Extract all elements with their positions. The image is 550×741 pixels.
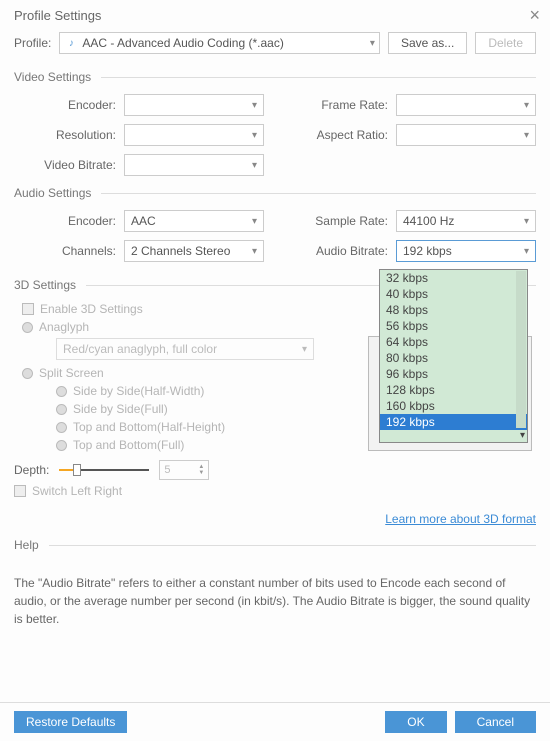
- audio-bitrate-label: Audio Bitrate:: [286, 244, 396, 258]
- window-title: Profile Settings: [14, 8, 101, 23]
- video-encoder-select[interactable]: ▾: [124, 94, 264, 116]
- depth-label: Depth:: [14, 463, 49, 477]
- sample-rate-select[interactable]: 44100 Hz▾: [396, 210, 536, 232]
- switch-lr-label: Switch Left Right: [32, 484, 122, 498]
- dropdown-item[interactable]: 40 kbps: [380, 286, 527, 302]
- chevron-down-icon: ▾: [252, 100, 257, 111]
- chevron-down-icon: ▾: [252, 246, 257, 257]
- audio-encoder-select[interactable]: AAC▾: [124, 210, 264, 232]
- chevron-down-icon: ▾: [524, 216, 529, 227]
- chevron-down-icon: ▾: [252, 160, 257, 171]
- dropdown-item[interactable]: 32 kbps: [380, 270, 527, 286]
- resolution-label: Resolution:: [14, 128, 124, 142]
- frame-rate-select[interactable]: ▾: [396, 94, 536, 116]
- ok-button[interactable]: OK: [385, 711, 446, 733]
- switch-lr-checkbox: [14, 485, 26, 497]
- dropdown-item[interactable]: 80 kbps: [380, 350, 527, 366]
- tab-half-label: Top and Bottom(Half-Height): [73, 420, 225, 434]
- chevron-down-icon: ▾: [524, 130, 529, 141]
- dropdown-item[interactable]: 128 kbps: [380, 382, 527, 398]
- help-header: Help: [14, 538, 39, 552]
- sbs-full-radio: [56, 404, 67, 415]
- resolution-select[interactable]: ▾: [124, 124, 264, 146]
- anaglyph-label: Anaglyph: [39, 320, 89, 334]
- aspect-ratio-label: Aspect Ratio:: [286, 128, 396, 142]
- split-screen-radio: [22, 368, 33, 379]
- audio-bitrate-select[interactable]: 192 kbps▾: [396, 240, 536, 262]
- sbs-half-radio: [56, 386, 67, 397]
- video-settings-header: Video Settings: [14, 70, 91, 84]
- audio-bitrate-dropdown[interactable]: 32 kbps 40 kbps 48 kbps 56 kbps 64 kbps …: [379, 269, 528, 443]
- tab-half-radio: [56, 422, 67, 433]
- dropdown-item[interactable]: 96 kbps: [380, 366, 527, 382]
- aspect-ratio-select[interactable]: ▾: [396, 124, 536, 146]
- anaglyph-radio: [22, 322, 33, 333]
- channels-select[interactable]: 2 Channels Stereo▾: [124, 240, 264, 262]
- tab-full-label: Top and Bottom(Full): [73, 438, 184, 452]
- chevron-down-icon: ▾: [524, 246, 529, 257]
- profile-value: AAC - Advanced Audio Coding (*.aac): [82, 36, 370, 50]
- sbs-half-label: Side by Side(Half-Width): [73, 384, 204, 398]
- threeD-settings-header: 3D Settings: [14, 278, 76, 292]
- help-text: The "Audio Bitrate" refers to either a c…: [14, 574, 536, 628]
- profile-label: Profile:: [14, 36, 51, 50]
- frame-rate-label: Frame Rate:: [286, 98, 396, 112]
- chevron-down-icon: ▾: [370, 38, 375, 49]
- sample-rate-label: Sample Rate:: [286, 214, 396, 228]
- enable-3d-checkbox[interactable]: [22, 303, 34, 315]
- chevron-down-icon: ▾: [252, 216, 257, 227]
- enable-3d-label: Enable 3D Settings: [40, 302, 143, 316]
- audio-encoder-label: Encoder:: [14, 214, 124, 228]
- channels-label: Channels:: [14, 244, 124, 258]
- tab-full-radio: [56, 440, 67, 451]
- close-icon[interactable]: ×: [529, 6, 540, 24]
- dropdown-item[interactable]: 192 kbps: [380, 414, 527, 430]
- delete-button: Delete: [475, 32, 536, 54]
- chevron-down-icon: ▾: [252, 130, 257, 141]
- learn-more-link[interactable]: Learn more about 3D format: [385, 512, 536, 526]
- dropdown-item[interactable]: 48 kbps: [380, 302, 527, 318]
- audio-format-icon: ♪: [64, 36, 78, 50]
- dropdown-item[interactable]: 160 kbps: [380, 398, 527, 414]
- video-encoder-label: Encoder:: [14, 98, 124, 112]
- sbs-full-label: Side by Side(Full): [73, 402, 168, 416]
- dropdown-item[interactable]: 56 kbps: [380, 318, 527, 334]
- split-screen-label: Split Screen: [39, 366, 104, 380]
- video-bitrate-label: Video Bitrate:: [14, 158, 124, 172]
- anaglyph-mode-select: Red/cyan anaglyph, full color▾: [56, 338, 314, 360]
- chevron-down-icon: ▾: [524, 100, 529, 111]
- chevron-down-icon: ▾: [302, 344, 307, 355]
- profile-select[interactable]: ♪ AAC - Advanced Audio Coding (*.aac) ▾: [59, 32, 380, 54]
- chevron-down-icon[interactable]: ▾: [380, 430, 527, 442]
- scrollbar[interactable]: [516, 271, 526, 428]
- dropdown-item[interactable]: 64 kbps: [380, 334, 527, 350]
- save-as-button[interactable]: Save as...: [388, 32, 467, 54]
- restore-defaults-button[interactable]: Restore Defaults: [14, 711, 127, 733]
- video-bitrate-select[interactable]: ▾: [124, 154, 264, 176]
- depth-slider[interactable]: [59, 463, 149, 477]
- depth-spinner: 5▲▼: [159, 460, 209, 480]
- cancel-button[interactable]: Cancel: [455, 711, 536, 733]
- audio-settings-header: Audio Settings: [14, 186, 91, 200]
